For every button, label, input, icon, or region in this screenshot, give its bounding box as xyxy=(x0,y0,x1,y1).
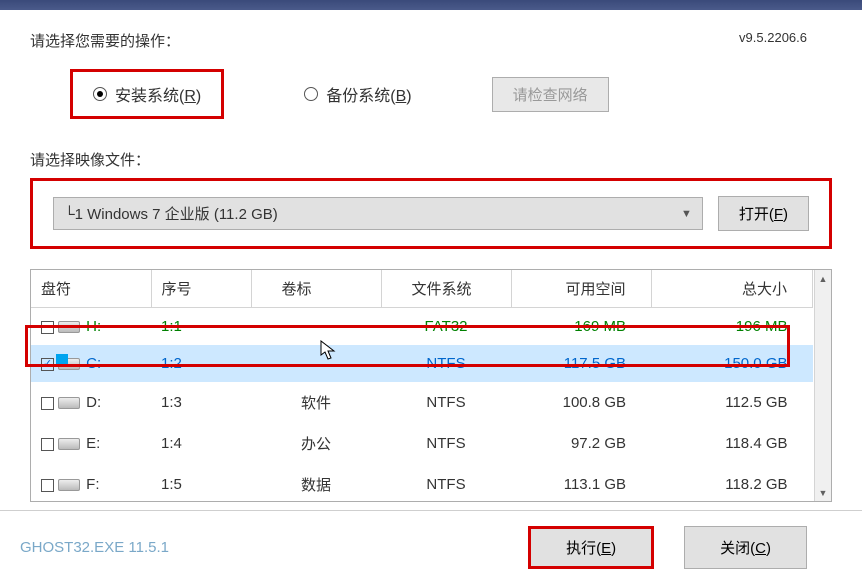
title-bar xyxy=(0,0,862,10)
radio-install-dot xyxy=(93,87,107,101)
cell-free: 100.8 GB xyxy=(511,382,651,423)
image-selected-text: └1 Windows 7 企业版 (11.2 GB) xyxy=(64,203,278,224)
cell-seq: 1:3 xyxy=(151,382,251,423)
cell-seq: 1:5 xyxy=(151,464,251,502)
row-checkbox[interactable] xyxy=(41,438,54,451)
open-button[interactable]: 打开(F) xyxy=(718,196,809,231)
scroll-down-icon[interactable]: ▼ xyxy=(815,484,831,501)
disk-icon xyxy=(58,438,80,450)
row-checkbox[interactable] xyxy=(41,397,54,410)
cell-label: 软件 xyxy=(251,382,381,423)
disk-icon xyxy=(58,397,80,409)
footer: GHOST32.EXE 11.5.1 执行(E) 关闭(C) xyxy=(0,510,862,584)
table-row[interactable]: E: 1:4办公NTFS97.2 GB118.4 GB xyxy=(31,423,813,464)
cell-total: 118.4 GB xyxy=(651,423,813,464)
image-combobox[interactable]: └1 Windows 7 企业版 (11.2 GB) ▼ xyxy=(53,197,703,230)
drive-letter: C: xyxy=(86,355,101,372)
cell-total: 112.5 GB xyxy=(651,382,813,423)
cell-total: 118.2 GB xyxy=(651,464,813,502)
radio-backup-dot xyxy=(304,87,318,101)
cell-seq: 1:1 xyxy=(151,308,251,346)
drive-letter: H: xyxy=(86,318,101,335)
radio-install[interactable]: 安装系统(R) xyxy=(70,69,224,119)
check-network-button[interactable]: 请检查网络 xyxy=(492,77,609,112)
row-checkbox[interactable] xyxy=(41,479,54,492)
image-file-row: └1 Windows 7 企业版 (11.2 GB) ▼ 打开(F) xyxy=(30,178,832,249)
cell-total: 150.0 GB xyxy=(651,345,813,382)
cell-free: 113.1 GB xyxy=(511,464,651,502)
table-row[interactable]: F: 1:5数据NTFS113.1 GB118.2 GB xyxy=(31,464,813,502)
cell-free: 117.5 GB xyxy=(511,345,651,382)
cell-fs: NTFS xyxy=(381,464,511,502)
cell-fs: NTFS xyxy=(381,382,511,423)
version-label: v9.5.2206.6 xyxy=(739,30,807,45)
drive-letter: E: xyxy=(86,435,100,452)
disk-icon xyxy=(58,358,80,370)
cell-label xyxy=(251,308,381,346)
table-header: 盘符 序号 卷标 文件系统 可用空间 总大小 xyxy=(31,270,813,308)
col-seq[interactable]: 序号 xyxy=(151,270,251,308)
cell-seq: 1:4 xyxy=(151,423,251,464)
col-free[interactable]: 可用空间 xyxy=(511,270,651,308)
footer-status: GHOST32.EXE 11.5.1 xyxy=(20,539,169,556)
cell-seq: 1:2 xyxy=(151,345,251,382)
table-row[interactable]: D: 1:3软件NTFS100.8 GB112.5 GB xyxy=(31,382,813,423)
scroll-up-icon[interactable]: ▲ xyxy=(815,270,831,287)
row-checkbox[interactable]: ✓ xyxy=(41,358,54,371)
drive-letter: F: xyxy=(86,476,99,493)
col-label[interactable]: 卷标 xyxy=(251,270,381,308)
operation-label: 请选择您需要的操作： xyxy=(30,30,832,51)
cell-total: 196 MB xyxy=(651,308,813,346)
image-file-label: 请选择映像文件： xyxy=(30,149,832,170)
cell-fs: NTFS xyxy=(381,345,511,382)
drive-letter: D: xyxy=(86,394,101,411)
cell-fs: FAT32 xyxy=(381,308,511,346)
cell-label xyxy=(251,345,381,382)
row-checkbox[interactable] xyxy=(41,321,54,334)
col-total[interactable]: 总大小 xyxy=(651,270,813,308)
radio-backup[interactable]: 备份系统(B) xyxy=(284,72,431,116)
operation-row: 安装系统(R) 备份系统(B) 请检查网络 xyxy=(30,59,832,139)
scrollbar[interactable]: ▲ ▼ xyxy=(814,270,831,501)
cell-label: 办公 xyxy=(251,423,381,464)
execute-button[interactable]: 执行(E) xyxy=(528,526,654,569)
close-button[interactable]: 关闭(C) xyxy=(684,526,807,569)
partition-table: 盘符 序号 卷标 文件系统 可用空间 总大小 H:1:1FAT32169 MB1… xyxy=(30,269,832,502)
cell-free: 97.2 GB xyxy=(511,423,651,464)
table-row[interactable]: ✓ C: 1:2 NTFS117.5 GB150.0 GB xyxy=(31,345,813,382)
cell-fs: NTFS xyxy=(381,423,511,464)
table-row[interactable]: H: 1:1 FAT32169 MB196 MB xyxy=(31,308,813,346)
col-drive[interactable]: 盘符 xyxy=(31,270,151,308)
cell-free: 169 MB xyxy=(511,308,651,346)
cell-label: 数据 xyxy=(251,464,381,502)
disk-icon xyxy=(58,479,80,491)
chevron-down-icon: ▼ xyxy=(681,208,692,220)
disk-icon xyxy=(58,321,80,333)
col-fs[interactable]: 文件系统 xyxy=(381,270,511,308)
